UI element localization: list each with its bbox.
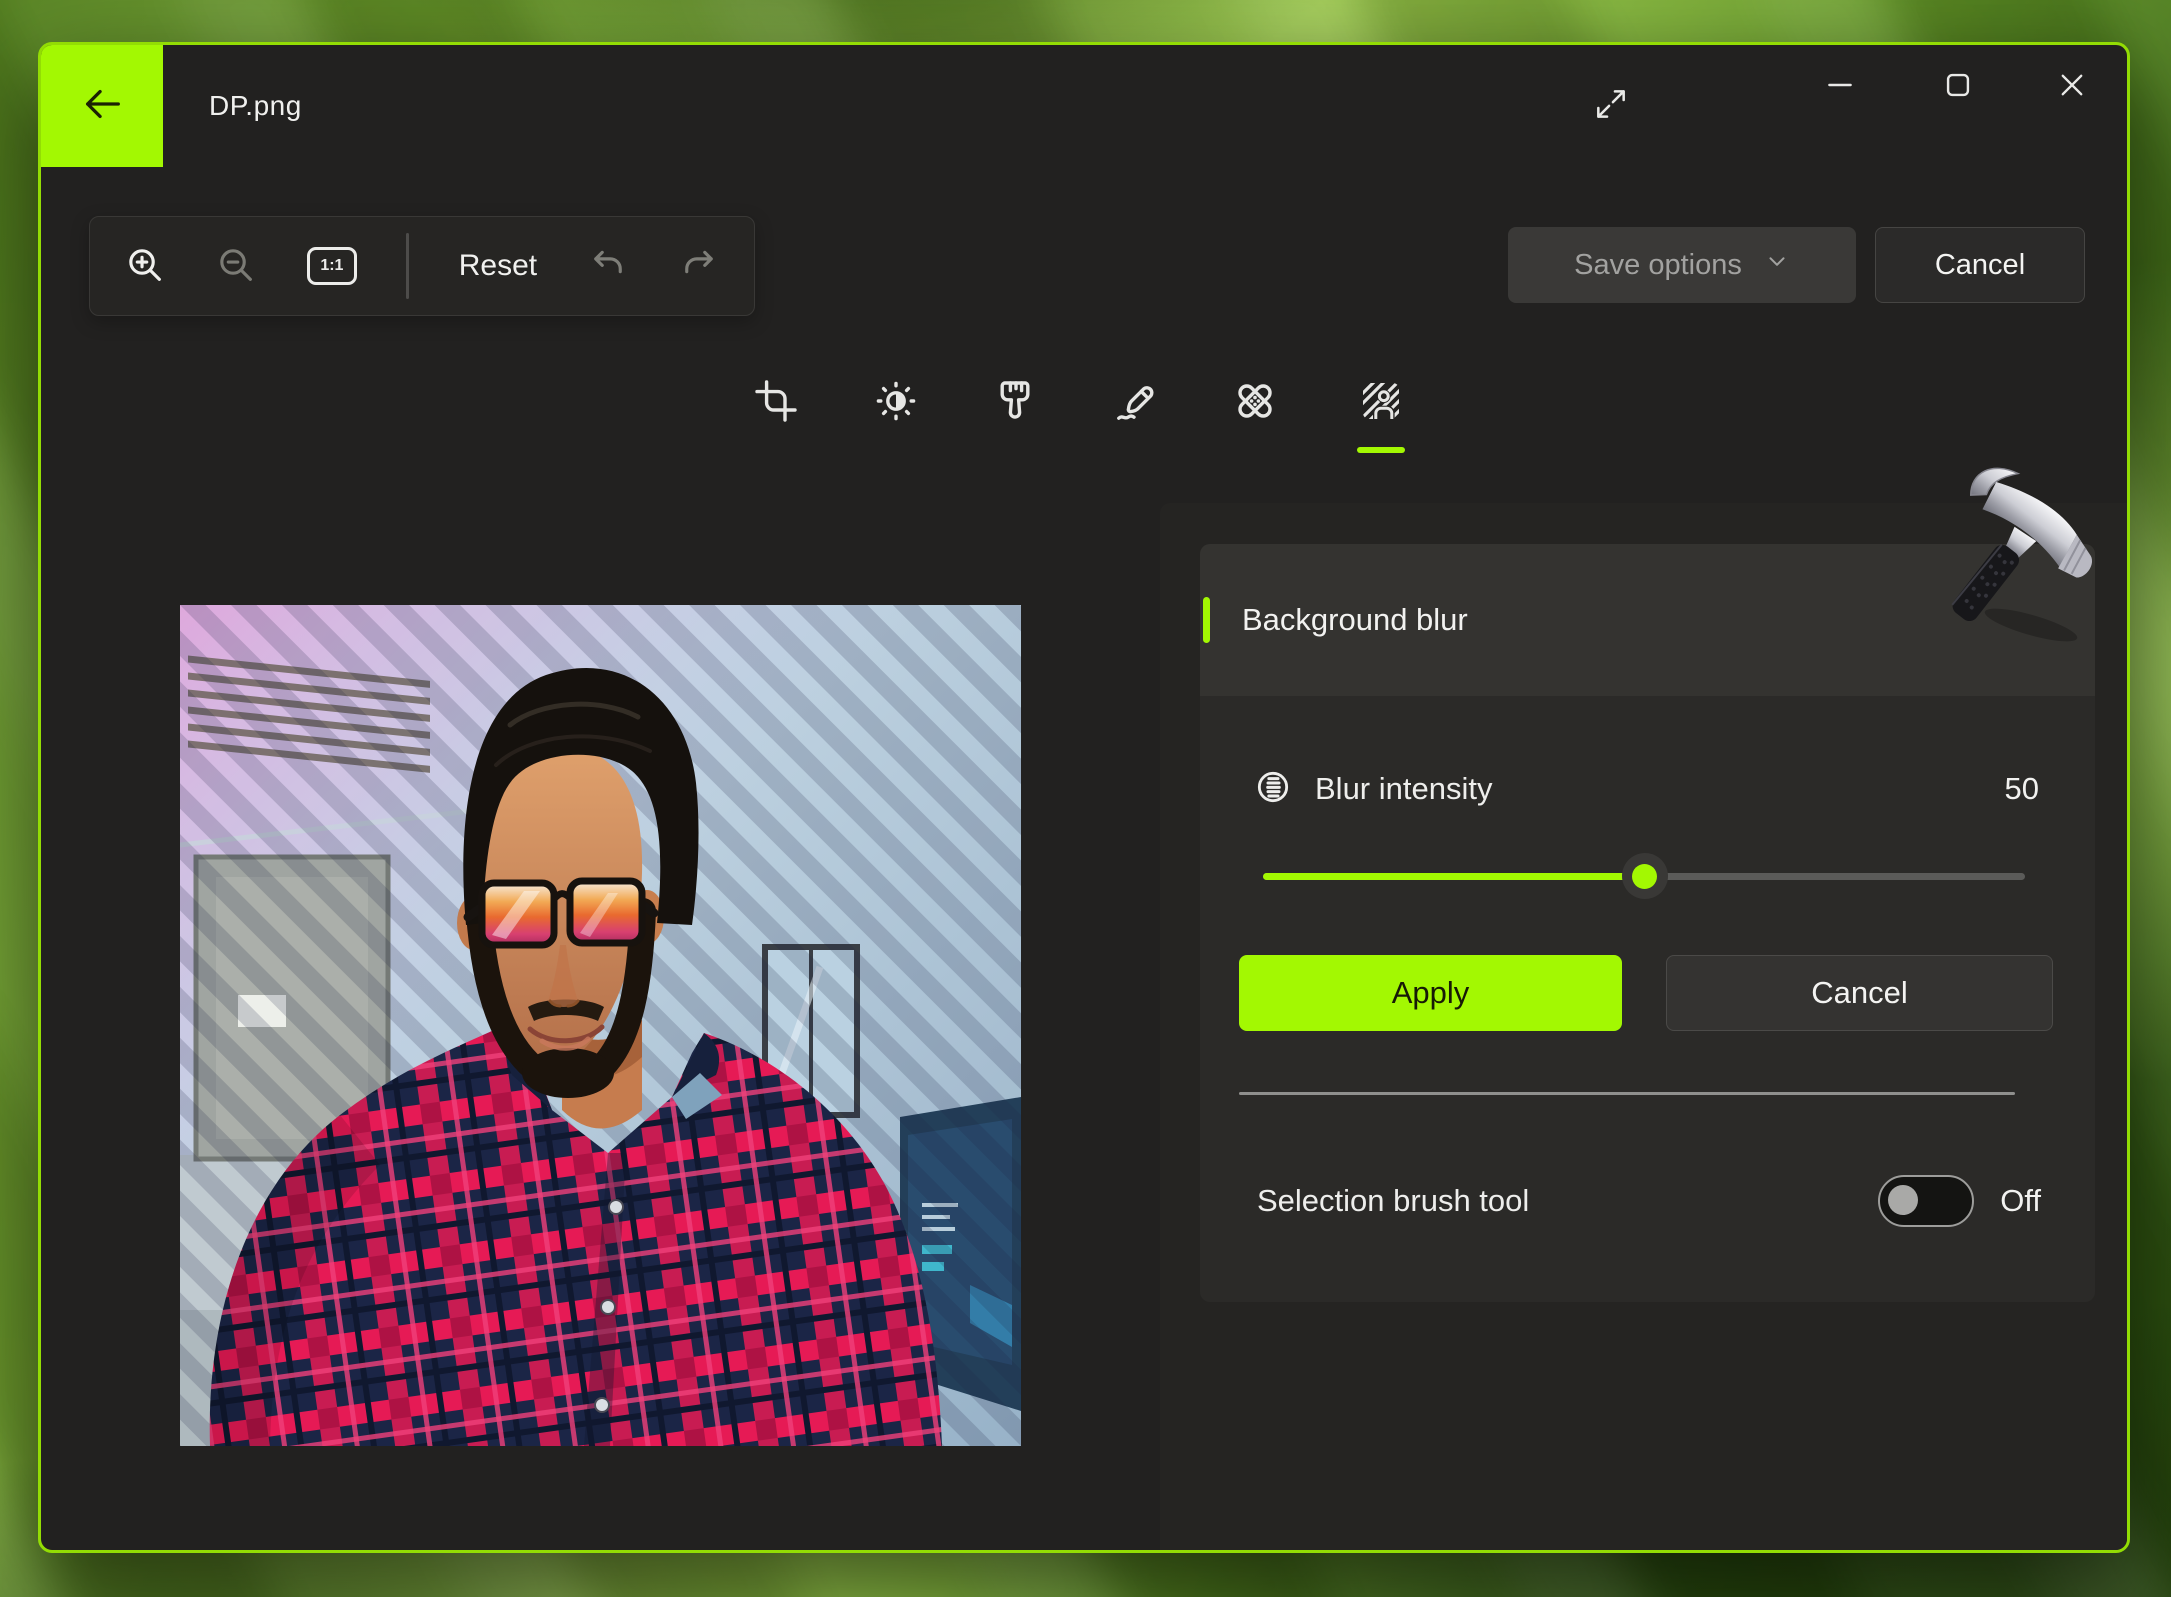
zoom-in-button[interactable] [124,244,166,289]
slider-thumb[interactable] [1621,853,1668,899]
pen-icon [1112,377,1160,430]
reset-button[interactable]: Reset [459,249,537,283]
tab-markup[interactable] [1100,367,1172,439]
arrow-left-icon [79,81,125,132]
panel-title: Background blur [1242,602,1468,637]
slider-fill [1263,873,1645,880]
fullscreen-button[interactable] [1575,71,1647,141]
back-button[interactable] [41,45,163,167]
selection-brush-state: Off [2000,1183,2041,1218]
redo-button[interactable] [678,244,720,289]
toolbar-divider [406,233,410,299]
tab-retouch[interactable] [1219,367,1291,439]
blur-intensity-label: Blur intensity [1315,771,1493,806]
card-header: Background blur [1200,544,2095,696]
one-to-one-icon: 1:1 [306,247,357,285]
expand-diagonal-icon [1592,85,1630,128]
background-settings-panel: Background blur Blur intensity 50 Apply … [1160,503,2127,1550]
background-person-icon [1357,377,1405,430]
photos-editor-window: DP.png 1:1 Reset Save options Cancel Bac… [38,42,2130,1553]
accent-bar [1203,597,1210,643]
tab-filter[interactable] [979,367,1051,439]
tab-adjustment[interactable] [860,367,932,439]
tab-background[interactable] [1345,367,1417,439]
panel-divider [1239,1092,2015,1095]
bandage-icon [1231,377,1279,430]
editor-cancel-button[interactable]: Cancel [1875,227,2085,303]
zoom-in-icon [124,244,166,289]
chevron-down-icon [1764,248,1790,282]
tab-crop[interactable] [740,367,812,439]
minimize-button[interactable] [1807,57,1873,117]
selection-brush-row: Selection brush tool Off [1257,1164,2041,1238]
canvas-toolbar: 1:1 Reset [89,216,755,316]
maximize-button[interactable] [1925,57,1991,117]
blur-intensity-slider[interactable] [1263,853,2025,899]
redo-icon [678,244,720,289]
toggle-knob [1888,1185,1919,1215]
maximize-icon [1941,68,1975,107]
paintbrush-icon [991,377,1039,430]
window-title: DP.png [209,90,302,121]
undo-button[interactable] [587,244,629,289]
brightness-icon [872,377,920,430]
close-button[interactable] [2039,57,2105,117]
blur-cancel-button[interactable]: Cancel [1666,955,2053,1031]
selection-brush-toggle[interactable] [1878,1175,1975,1227]
actual-size-button[interactable]: 1:1 [306,247,357,285]
zoom-out-button[interactable] [215,244,257,289]
blur-intensity-value: 50 [2004,771,2039,806]
background-blur-card: Background blur Blur intensity 50 Apply … [1200,544,2095,1302]
photo-canvas[interactable] [180,605,1021,1446]
close-icon [2055,68,2089,107]
photo-illustration [180,605,1021,1446]
undo-icon [587,244,629,289]
minimize-icon [1823,68,1857,107]
save-options-button[interactable]: Save options [1508,227,1856,303]
crop-icon [752,377,800,430]
zoom-out-icon [215,244,257,289]
selected-tab-indicator [1357,447,1405,453]
apply-button[interactable]: Apply [1239,955,1622,1031]
blur-intensity-row: Blur intensity 50 [1253,752,2039,826]
selection-brush-label: Selection brush tool [1257,1183,1530,1218]
blur-intensity-icon [1253,767,1293,812]
